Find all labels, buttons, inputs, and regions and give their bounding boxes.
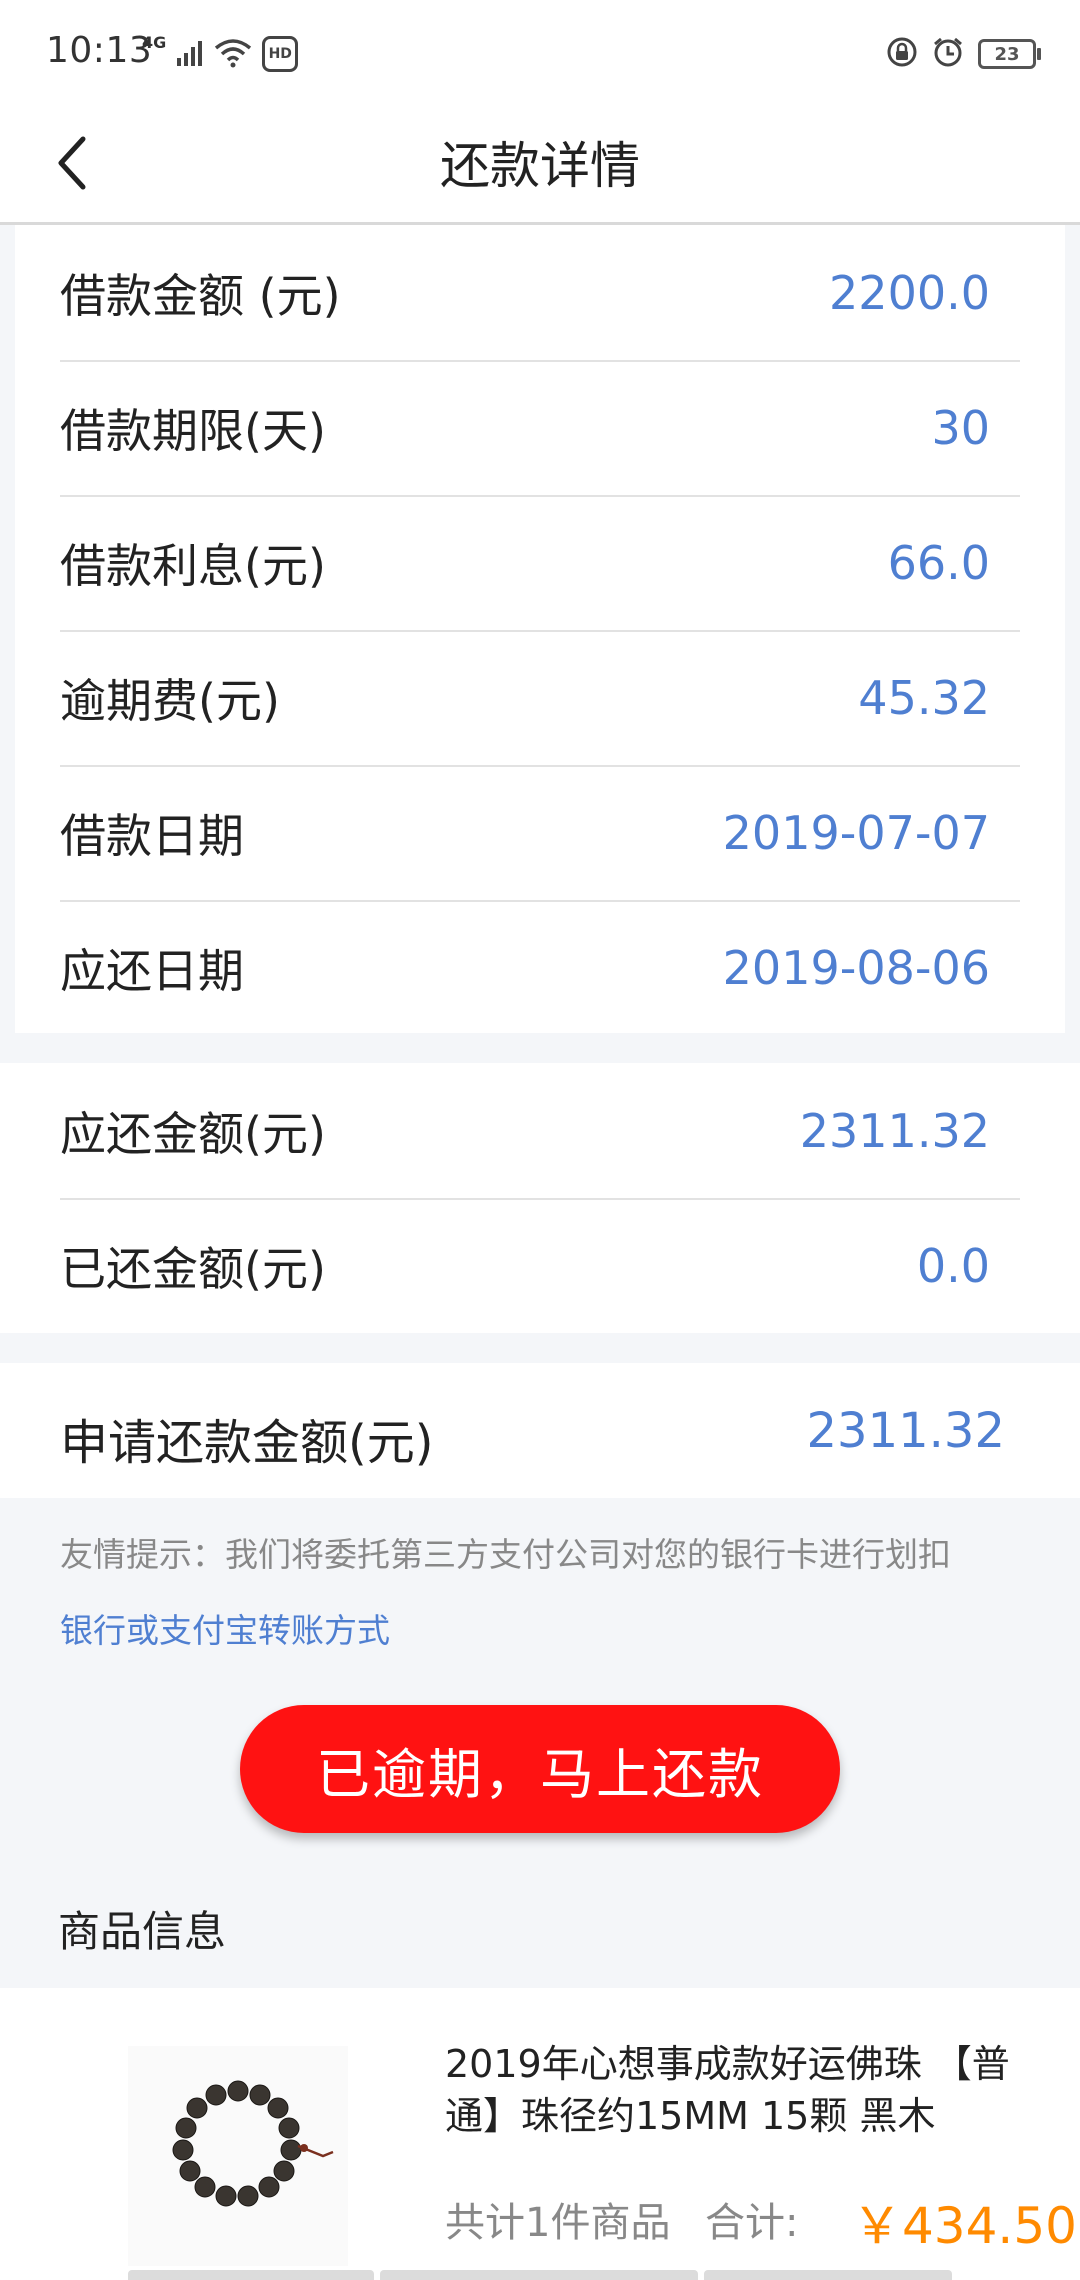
status-bar: 10:13 4G HD 23 [0,0,1080,100]
product-section-title: 商品信息 [58,1907,227,1956]
status-left-icons: 4G HD [142,32,299,72]
detail-label: 借款日期 [60,808,244,863]
signal-icon [176,40,204,72]
product-count: 共计1件商品 [445,2200,671,2246]
loan-details-card: 借款金额 (元) 2200.0 借款期限(天) 30 借款利息(元) 66.0 … [15,225,1065,1033]
apply-amount-row[interactable]: 申请还款金额(元) 2311.32 [0,1363,1080,1498]
detail-label: 借款期限(天) [60,403,326,458]
apply-amount-value: 2311.32 [806,1403,1006,1459]
product-card[interactable]: 2019年心想事成款好运佛珠 【普通】珠径约15MM 15颗 黑木 共计1件商品… [0,1988,1080,2280]
transfer-method-link[interactable]: 银行或支付宝转账方式 [60,1604,390,1652]
repayment-value: 2311.32 [799,1103,990,1158]
bottom-tab-edge [380,2270,698,2280]
detail-row-interest: 借款利息(元) 66.0 [60,495,1020,632]
detail-row-due-date: 应还日期 2019-08-06 [60,900,1020,1035]
product-image [128,2046,348,2266]
detail-value: 45.32 [858,670,990,725]
product-total-label: 合计: [705,2200,799,2246]
product-name: 2019年心想事成款好运佛珠 【普通】珠径约15MM 15颗 黑木 [445,2042,1010,2138]
repayment-notice: 友情提示：我们将委托第三方支付公司对您的银行卡进行划扣 [60,1535,951,1574]
hd-icon: HD [262,36,299,72]
status-right-icons: 23 [886,34,1041,74]
repayment-row-paid-amount: 已还金额(元) 0.0 [60,1198,1020,1333]
detail-label: 借款利息(元) [60,538,326,593]
repay-now-button[interactable]: 已逾期，马上还款 [240,1705,840,1833]
detail-value: 2019-08-06 [722,940,990,995]
rotation-lock-icon [886,36,918,72]
repayment-label: 已还金额(元) [60,1241,326,1296]
detail-label: 应还日期 [60,943,244,998]
detail-value: 2200.0 [829,265,990,320]
status-time: 10:13 [46,30,153,71]
detail-row-loan-date: 借款日期 2019-07-07 [60,765,1020,902]
detail-row-loan-amount: 借款金额 (元) 2200.0 [60,225,1020,362]
detail-label: 逾期费(元) [60,673,280,728]
bottom-tab-edge [704,2270,952,2280]
detail-value: 2019-07-07 [722,805,990,860]
repayment-row-due-amount: 应还金额(元) 2311.32 [60,1063,1020,1200]
alarm-icon [932,36,964,72]
repayment-value: 0.0 [916,1238,990,1293]
page-title: 还款详情 [440,137,640,195]
battery-icon: 23 [978,39,1041,69]
wifi-icon [214,38,252,72]
detail-value: 66.0 [887,535,990,590]
repayment-label: 应还金额(元) [60,1106,326,1161]
detail-row-loan-term: 借款期限(天) 30 [60,360,1020,497]
detail-row-overdue-fee: 逾期费(元) 45.32 [60,630,1020,767]
detail-value: 30 [931,400,990,455]
network-type-label: 4G [142,33,167,52]
detail-label: 借款金额 (元) [60,268,341,323]
header-bar: 还款详情 [0,100,1080,225]
bottom-tab-edge [128,2270,374,2280]
apply-amount-label: 申请还款金额(元) [60,1415,434,1471]
bead-bracelet-icon [172,2080,334,2207]
product-price: ￥434.50 [852,2197,1077,2255]
repayment-card: 应还金额(元) 2311.32 已还金额(元) 0.0 [0,1063,1080,1333]
